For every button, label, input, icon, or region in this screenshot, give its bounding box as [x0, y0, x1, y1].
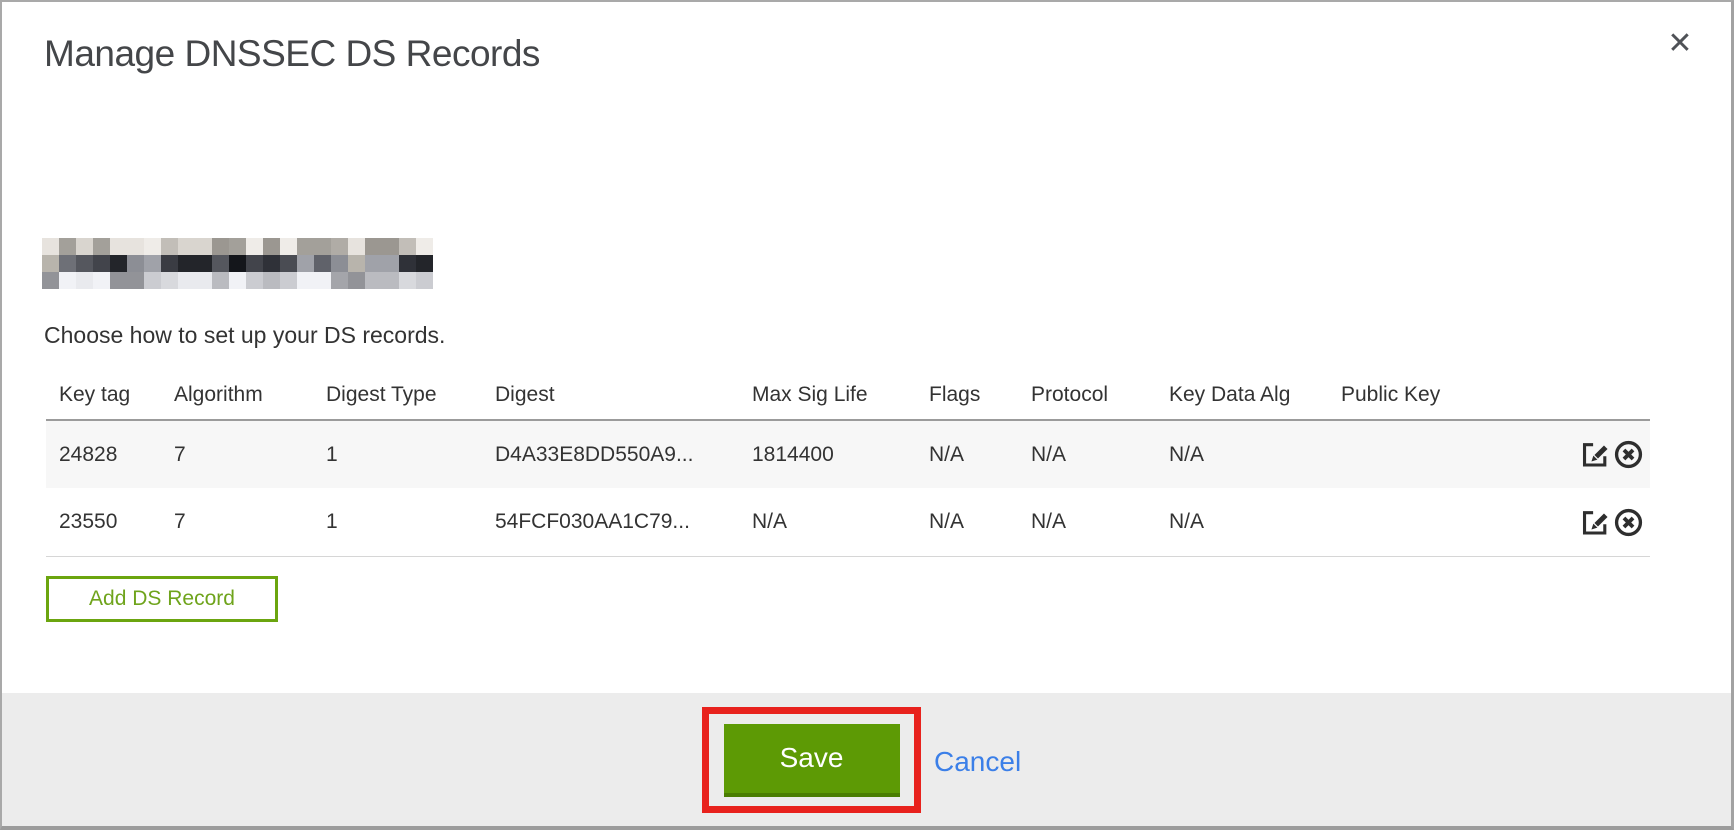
- table-row: 23550 7 1 54FCF030AA1C79... N/A N/A N/A …: [46, 488, 1650, 557]
- cell-key-data-alg: N/A: [1169, 443, 1341, 467]
- cell-max-sig-life: N/A: [752, 510, 929, 534]
- cell-key-tag: 24828: [46, 443, 174, 467]
- close-icon[interactable]: ✕: [1660, 24, 1700, 64]
- row-actions: [1566, 439, 1650, 470]
- header-digest-type: Digest Type: [326, 383, 495, 407]
- add-ds-record-button[interactable]: Add DS Record: [46, 576, 278, 622]
- edit-record-icon[interactable]: [1580, 507, 1611, 538]
- redacted-domain: [42, 238, 433, 289]
- row-actions: [1566, 507, 1650, 538]
- manage-dnssec-ds-records-dialog: Manage DNSSEC DS Records ✕ Choose how to…: [0, 0, 1734, 830]
- table-row: 24828 7 1 D4A33E8DD550A9... 1814400 N/A …: [46, 419, 1650, 488]
- cell-protocol: N/A: [1031, 510, 1169, 534]
- header-key-data-alg: Key Data Alg: [1169, 383, 1341, 407]
- cell-key-tag: 23550: [46, 510, 174, 534]
- cell-key-data-alg: N/A: [1169, 510, 1341, 534]
- cell-digest-type: 1: [326, 510, 495, 534]
- dialog-footer: Save Cancel: [2, 693, 1731, 830]
- cell-digest: D4A33E8DD550A9...: [495, 443, 752, 467]
- header-max-sig-life: Max Sig Life: [752, 383, 929, 407]
- header-flags: Flags: [929, 383, 1031, 407]
- ds-records-table: Key tag Algorithm Digest Type Digest Max…: [46, 370, 1650, 557]
- header-public-key: Public Key: [1341, 383, 1566, 407]
- cell-protocol: N/A: [1031, 443, 1169, 467]
- cell-max-sig-life: 1814400: [752, 443, 929, 467]
- save-button[interactable]: Save: [724, 724, 900, 797]
- delete-record-icon[interactable]: [1613, 439, 1644, 470]
- header-digest: Digest: [495, 383, 752, 407]
- intro-text: Choose how to set up your DS records.: [44, 322, 445, 349]
- cell-flags: N/A: [929, 443, 1031, 467]
- cell-digest: 54FCF030AA1C79...: [495, 510, 752, 534]
- header-key-tag: Key tag: [46, 383, 174, 407]
- cell-algorithm: 7: [174, 443, 326, 467]
- table-header-row: Key tag Algorithm Digest Type Digest Max…: [46, 370, 1650, 419]
- dialog-title: Manage DNSSEC DS Records: [44, 33, 540, 75]
- header-protocol: Protocol: [1031, 383, 1169, 407]
- delete-record-icon[interactable]: [1613, 507, 1644, 538]
- annotation-highlight-box: Save: [702, 707, 921, 813]
- header-algorithm: Algorithm: [174, 383, 326, 407]
- cancel-link[interactable]: Cancel: [934, 746, 1021, 778]
- edit-record-icon[interactable]: [1580, 439, 1611, 470]
- cell-digest-type: 1: [326, 443, 495, 467]
- cell-algorithm: 7: [174, 510, 326, 534]
- cell-flags: N/A: [929, 510, 1031, 534]
